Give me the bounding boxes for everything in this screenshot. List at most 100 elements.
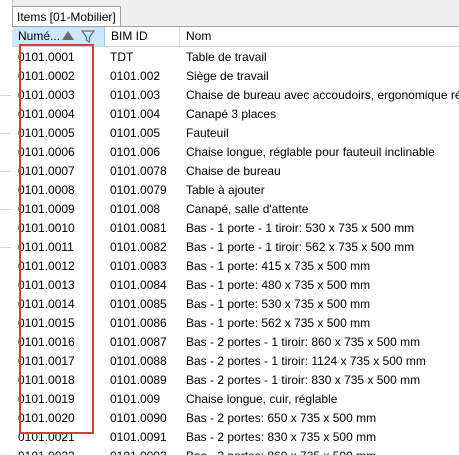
cell-bim-id: 0101.0081 [110, 221, 167, 235]
cell-name: Chaise de bureau avec accoudoirs, ergono… [186, 88, 459, 102]
cell-number: 0101.0010 [18, 221, 75, 235]
cell-name: Canapé 3 places [186, 107, 277, 121]
cell-name: Table à ajouter [186, 183, 265, 197]
cell-number: 0101.0011 [18, 240, 74, 254]
cell-bim-id: 0101.0088 [110, 354, 167, 368]
divider [0, 133, 11, 134]
divider [0, 171, 11, 172]
table-row[interactable]: 0101.0019 0101.009 Chaise longue, cuir, ré… [12, 390, 459, 409]
cell-bim-id: 0101.0083 [110, 259, 167, 273]
cell-number: 0101.0007 [18, 164, 75, 178]
cell-number: 0101.0018 [18, 373, 75, 387]
table-row[interactable]: 0101.0008 0101.0079 Table à ajouter [12, 181, 459, 200]
table-row[interactable]: 0101.0002 0101.002 Siège de travail [12, 67, 459, 86]
divider [0, 95, 11, 96]
table-row[interactable]: 0101.0007 0101.0078 Chaise de bureau [12, 162, 459, 181]
table-row[interactable]: 0101.0020 0101.0090 Bas - 2 portes: 650 x … [12, 409, 459, 428]
divider [0, 209, 11, 210]
column-header-name[interactable]: Nom [180, 27, 459, 46]
cell-number: 0101.0012 [18, 259, 75, 273]
table-row[interactable]: 0101.0005 0101.005 Fauteuil [12, 124, 459, 143]
column-header-number-label: Numé... [18, 29, 61, 43]
cell-bim-id: 0101.0089 [110, 373, 167, 387]
cell-bim-id: 0101.0078 [110, 164, 167, 178]
cell-bim-id: TDT [110, 50, 134, 64]
grid-rows: 0101.0001 TDT Table de travail 0101.0002 010… [12, 48, 459, 455]
divider [0, 247, 11, 248]
table-row[interactable]: 0101.0017 0101.0088 Bas - 2 portes - 1 tir… [12, 352, 459, 371]
cell-number: 0101.0005 [18, 126, 75, 140]
column-header-bim-id-label: BIM ID [111, 29, 148, 43]
cell-number: 0101.0004 [18, 107, 75, 121]
table-row[interactable]: 0101.0010 0101.0081 Bas - 1 porte - 1 tiro… [12, 219, 459, 238]
cell-number: 0101.0021 [18, 430, 75, 444]
sort-ascending-icon[interactable] [62, 31, 74, 40]
cell-name: Bas - 2 portes - 1 tiroir: 860 x 735 x 5… [186, 335, 421, 349]
column-header-bim-id[interactable]: BIM ID [105, 27, 180, 46]
cell-name: Chaise longue, cuir, réglable [186, 392, 338, 406]
table-row[interactable]: 0101.0004 0101.004 Canapé 3 places [12, 105, 459, 124]
cell-name: Bas - 1 porte - 1 tiroir: 562 x 735 x 50… [186, 240, 415, 254]
cell-number: 0101.0002 [18, 69, 75, 83]
cell-bim-id: 0101.0085 [110, 297, 167, 311]
table-row[interactable]: 0101.0018 0101.0089 Bas - 2 portes - 1 tir… [12, 371, 459, 390]
cell-bim-id: 0101.002 [110, 69, 161, 83]
items-grid: Numé... BIM ID Nom 0101.0001 TDT Table de … [12, 26, 459, 455]
cell-bim-id: 0101.008 [110, 202, 161, 216]
cell-number: 0101.0015 [18, 316, 75, 330]
table-row[interactable]: 0101.0011 0101.0082 Bas - 1 porte - 1 tiro… [12, 238, 459, 257]
cell-bim-id: 0101.004 [110, 107, 161, 121]
table-row[interactable]: 0101.0012 0101.0083 Bas - 1 porte: 415 x 7… [12, 257, 459, 276]
cell-name: Bas - 1 porte: 415 x 735 x 500 mm [186, 259, 371, 273]
cell-number: 0101.0001 [18, 50, 75, 64]
cell-number: 0101.0003 [18, 88, 75, 102]
cell-number: 0101.0014 [18, 297, 75, 311]
table-row[interactable]: 0101.0015 0101.0086 Bas - 1 porte: 562 x 7… [12, 314, 459, 333]
cell-bim-id: 0101.0090 [110, 411, 167, 425]
cell-bim-id: 0101.0084 [110, 278, 167, 292]
column-header-name-label: Nom [186, 29, 212, 43]
cell-bim-id: 0101.006 [110, 145, 161, 159]
cell-bim-id: 0101.009 [110, 392, 161, 406]
cell-name: Bas - 1 porte: 562 x 735 x 500 mm [186, 316, 371, 330]
cell-number: 0101.0013 [18, 278, 75, 292]
cell-number: 0101.0019 [18, 392, 75, 406]
table-row[interactable]: 0101.0013 0101.0084 Bas - 1 porte: 480 x 7… [12, 276, 459, 295]
filter-icon[interactable] [80, 29, 96, 44]
cell-name: Table de travail [186, 50, 267, 64]
grid-header: Numé... BIM ID Nom [12, 27, 459, 47]
table-row[interactable]: 0101.0009 0101.008 Canapé, salle d'attente [12, 200, 459, 219]
cell-name: Bas - 2 portes - 1 tiroir: 1124 x 735 x … [186, 354, 426, 368]
cell-name: Canapé, salle d'attente [186, 202, 309, 216]
cell-bim-id: 0101.003 [110, 88, 161, 102]
cell-number: 0101.0017 [18, 354, 75, 368]
table-row[interactable]: 0101.0016 0101.0087 Bas - 2 portes - 1 tir… [12, 333, 459, 352]
cell-name: Bas - 2 portes - 1 tiroir: 830 x 735 x 5… [186, 373, 421, 387]
cell-name: Siège de travail [186, 69, 269, 83]
column-header-number[interactable]: Numé... [12, 27, 105, 46]
tab-items-mobilier[interactable]: Items [01-Mobilier] [12, 6, 121, 27]
cell-number: 0101.0016 [18, 335, 75, 349]
table-row[interactable]: 0101.0003 0101.003 Chaise de bureau avec a… [12, 86, 459, 105]
cell-bim-id: 0101.0091 [110, 430, 167, 444]
cell-number: 0101.0009 [18, 202, 75, 216]
cell-name: Bas - 2 portes: 650 x 735 x 500 mm [186, 411, 377, 425]
cell-name: Chaise de bureau [186, 164, 281, 178]
table-row[interactable]: 0101.0006 0101.006 Chaise longue, réglable… [12, 143, 459, 162]
cell-bim-id: 0101.0086 [110, 316, 167, 330]
cell-number: 0101.0006 [18, 145, 75, 159]
cell-name: Chaise longue, réglable pour fauteuil in… [186, 145, 435, 159]
cell-bim-id: 0101.0087 [110, 335, 167, 349]
cell-name: Fauteuil [186, 126, 229, 140]
cell-name: Bas - 2 portes: 830 x 735 x 500 mm [186, 430, 377, 444]
cell-bim-id: 0101.005 [110, 126, 161, 140]
cell-number: 0101.0020 [18, 411, 75, 425]
cell-name: Bas - 1 porte - 1 tiroir: 530 x 735 x 50… [186, 221, 415, 235]
cell-name: Bas - 1 porte: 530 x 735 x 500 mm [186, 297, 371, 311]
table-row[interactable]: 0101.0001 TDT Table de travail [12, 48, 459, 67]
cell-bim-id: 0101.0082 [110, 240, 167, 254]
cell-bim-id: 0101.0079 [110, 183, 167, 197]
table-row[interactable]: 0101.0021 0101.0091 Bas - 2 portes: 830 x … [12, 428, 459, 447]
cell-number: 0101.0008 [18, 183, 75, 197]
table-row[interactable]: 0101.0014 0101.0085 Bas - 1 porte: 530 x 7… [12, 295, 459, 314]
